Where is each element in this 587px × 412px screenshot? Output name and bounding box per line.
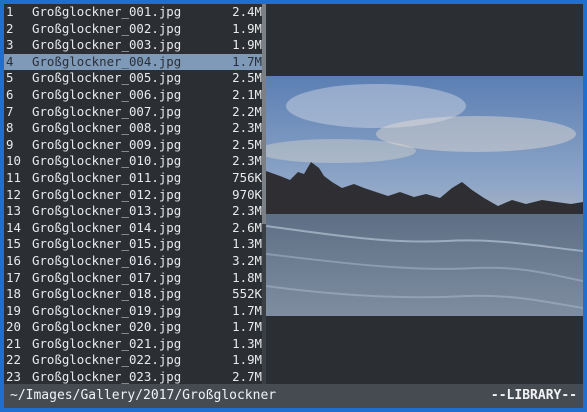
file-index: 17	[6, 269, 21, 285]
file-name: Großglockner_013.jpg	[32, 203, 182, 219]
file-name: Großglockner_008.jpg	[32, 120, 182, 136]
file-row[interactable]: 10 Großglockner_010.jpg 2.3M	[4, 153, 262, 170]
file-size: 756K	[232, 169, 262, 185]
file-size: 1.9M	[232, 352, 262, 368]
file-size: 2.4M	[232, 4, 262, 19]
image-preview	[266, 76, 583, 316]
current-path: ~/Images/Gallery/2017/Großglockner	[10, 388, 277, 403]
file-index: 9	[6, 136, 14, 152]
file-size: 1.8M	[232, 269, 262, 285]
file-size: 2.3M	[232, 153, 262, 169]
file-size: 2.5M	[232, 136, 262, 152]
file-row[interactable]: 15 Großglockner_015.jpg 1.3M	[4, 236, 262, 253]
image-browser-window: 1 Großglockner_001.jpg 2.4M 2 Großglockner_0…	[4, 4, 583, 408]
file-name: Großglockner_002.jpg	[32, 20, 182, 36]
file-index: 21	[6, 335, 21, 351]
file-name: Großglockner_003.jpg	[32, 37, 182, 53]
file-size: 2.6M	[232, 219, 262, 235]
file-index: 12	[6, 186, 21, 202]
file-name: Großglockner_012.jpg	[32, 186, 182, 202]
file-row[interactable]: 18 Großglockner_018.jpg 552K	[4, 286, 262, 303]
file-row[interactable]: 12 Großglockner_012.jpg 970K	[4, 187, 262, 204]
file-name: Großglockner_005.jpg	[32, 70, 182, 86]
file-size: 1.7M	[232, 53, 262, 69]
file-row[interactable]: 11 Großglockner_011.jpg 756K	[4, 170, 262, 187]
file-size: 1.7M	[232, 302, 262, 318]
file-row[interactable]: 22 Großglockner_022.jpg 1.9M	[4, 352, 262, 369]
file-name: Großglockner_007.jpg	[32, 103, 182, 119]
file-index: 15	[6, 236, 21, 252]
file-size: 3.2M	[232, 252, 262, 268]
file-row[interactable]: 5 Großglockner_005.jpg 2.5M	[4, 70, 262, 87]
file-size: 2.2M	[232, 103, 262, 119]
file-size: 1.3M	[232, 236, 262, 252]
file-name: Großglockner_020.jpg	[32, 319, 182, 335]
file-size: 970K	[232, 186, 262, 202]
file-size: 2.5M	[232, 70, 262, 86]
file-index: 18	[6, 286, 21, 302]
file-index: 8	[6, 120, 14, 136]
file-row[interactable]: 8 Großglockner_008.jpg 2.3M	[4, 120, 262, 137]
file-name: Großglockner_022.jpg	[32, 352, 182, 368]
file-row[interactable]: 2 Großglockner_002.jpg 1.9M	[4, 21, 262, 38]
file-name: Großglockner_016.jpg	[32, 252, 182, 268]
file-index: 5	[6, 70, 14, 86]
file-size: 1.7M	[232, 319, 262, 335]
file-row[interactable]: 3 Großglockner_003.jpg 1.9M	[4, 37, 262, 54]
file-index: 13	[6, 203, 21, 219]
file-row[interactable]: 7 Großglockner_007.jpg 2.2M	[4, 104, 262, 121]
file-row[interactable]: 20 Großglockner_020.jpg 1.7M	[4, 319, 262, 336]
file-size: 2.1M	[232, 86, 262, 102]
file-size: 552K	[232, 286, 262, 302]
status-bar: ~/Images/Gallery/2017/Großglockner --LIB…	[4, 384, 583, 408]
file-row[interactable]: 1 Großglockner_001.jpg 2.4M	[4, 4, 262, 21]
file-row[interactable]: 9 Großglockner_009.jpg 2.5M	[4, 137, 262, 154]
file-row[interactable]: 19 Großglockner_019.jpg 1.7M	[4, 303, 262, 320]
file-name: Großglockner_015.jpg	[32, 236, 182, 252]
file-index: 20	[6, 319, 21, 335]
file-index: 14	[6, 219, 21, 235]
file-name: Großglockner_017.jpg	[32, 269, 182, 285]
file-index: 16	[6, 252, 21, 268]
file-row[interactable]: 6 Großglockner_006.jpg 2.1M	[4, 87, 262, 104]
file-size: 1.9M	[232, 20, 262, 36]
file-name: Großglockner_018.jpg	[32, 286, 182, 302]
file-index: 4	[6, 53, 14, 69]
file-name: Großglockner_010.jpg	[32, 153, 182, 169]
file-index: 19	[6, 302, 21, 318]
file-name: Großglockner_019.jpg	[32, 302, 182, 318]
file-index: 6	[6, 86, 14, 102]
file-list[interactable]: 1 Großglockner_001.jpg 2.4M 2 Großglockner_0…	[4, 4, 262, 384]
file-name: Großglockner_001.jpg	[32, 4, 182, 19]
file-row[interactable]: 14 Großglockner_014.jpg 2.6M	[4, 220, 262, 237]
file-name: Großglockner_011.jpg	[32, 169, 182, 185]
file-index: 11	[6, 169, 21, 185]
file-name: Großglockner_006.jpg	[32, 86, 182, 102]
mode-indicator: --LIBRARY--	[490, 388, 577, 403]
file-name: Großglockner_021.jpg	[32, 335, 182, 351]
file-name: Großglockner_014.jpg	[32, 219, 182, 235]
file-index: 2	[6, 20, 14, 36]
file-index: 22	[6, 352, 21, 368]
file-name: Großglockner_004.jpg	[32, 53, 182, 69]
file-index: 7	[6, 103, 14, 119]
file-index: 3	[6, 37, 14, 53]
file-size: 2.3M	[232, 203, 262, 219]
file-index: 1	[6, 4, 14, 19]
file-row[interactable]: 4 Großglockner_004.jpg 1.7M	[4, 53, 262, 71]
preview-pane	[266, 4, 583, 384]
file-row[interactable]: 21 Großglockner_021.jpg 1.3M	[4, 336, 262, 353]
file-size: 2.3M	[232, 120, 262, 136]
file-row[interactable]: 13 Großglockner_013.jpg 2.3M	[4, 203, 262, 220]
file-size: 1.9M	[232, 37, 262, 53]
file-row[interactable]: 16 Großglockner_016.jpg 3.2M	[4, 253, 262, 270]
file-size: 1.3M	[232, 335, 262, 351]
file-name: Großglockner_009.jpg	[32, 136, 182, 152]
file-row[interactable]: 17 Großglockner_017.jpg 1.8M	[4, 270, 262, 287]
file-index: 10	[6, 153, 21, 169]
